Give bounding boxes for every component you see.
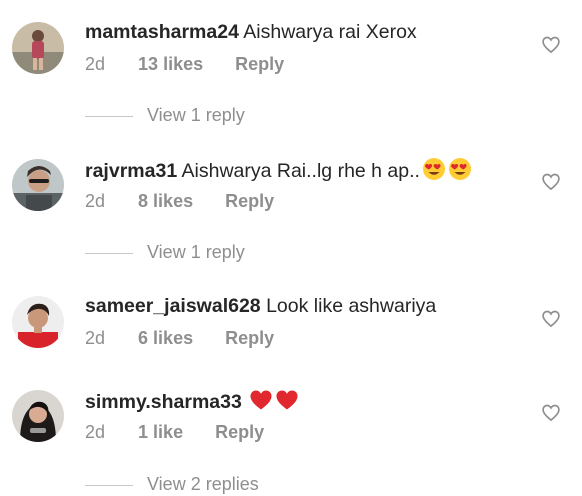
heart-outline-icon[interactable] [541,172,561,192]
comment-age: 2d [85,54,106,74]
avatar[interactable] [12,159,64,211]
comment-likes[interactable]: 1 like [138,421,183,443]
comment-username[interactable]: mamtasharma24 [85,21,239,43]
heart-eyes-emoji [448,158,471,180]
divider-line [85,252,133,254]
comment-likes[interactable]: 6 likes [138,327,193,349]
reply-button[interactable]: Reply [215,421,264,443]
divider-line [85,484,133,486]
avatar[interactable] [12,296,64,348]
comment-text: Aishwarya rai Xerox [243,21,417,43]
view-replies-button[interactable]: View 1 reply [85,241,245,263]
view-replies-label: View 1 reply [147,242,245,262]
view-replies-label: View 1 reply [147,105,245,125]
reply-button[interactable]: Reply [225,190,274,212]
heart-outline-icon[interactable] [541,309,561,329]
comment-meta: 2d 1 like Reply [85,421,264,443]
view-replies-label: View 2 replies [147,474,259,494]
comment-meta: 2d 13 likes Reply [85,53,284,75]
comment-username[interactable]: simmy.sharma33 [85,391,242,413]
reply-button[interactable]: Reply [225,327,274,349]
comment-likes[interactable]: 13 likes [138,53,203,75]
red-heart-emoji [276,390,298,410]
comment-age: 2d [85,191,106,211]
comment-username[interactable]: rajvrma31 [85,160,177,182]
comment-username[interactable]: sameer_jaiswal628 [85,295,261,317]
avatar[interactable] [12,390,64,442]
comment-age: 2d [85,422,106,442]
view-replies-button[interactable]: View 2 replies [85,473,259,495]
comment-body: simmy.sharma33 [85,388,299,414]
avatar[interactable] [12,22,64,74]
comment-text: Look like ashwariya [266,295,437,317]
comment-meta: 2d 8 likes Reply [85,190,274,212]
reply-button[interactable]: Reply [235,53,284,75]
comment-age: 2d [85,328,106,348]
comment-body: sameer_jaiswal628 Look like ashwariya [85,294,436,318]
heart-eyes-emoji [422,158,445,180]
heart-outline-icon[interactable] [541,403,561,423]
comment-meta: 2d 6 likes Reply [85,327,274,349]
comment-text: Aishwarya Rai..lg rhe h ap.. [181,160,420,182]
red-heart-emoji [250,390,272,410]
heart-outline-icon[interactable] [541,35,561,55]
view-replies-button[interactable]: View 1 reply [85,104,245,126]
comment-body: rajvrma31 Aishwarya Rai..lg rhe h ap.. [85,157,472,183]
comment-likes[interactable]: 8 likes [138,190,193,212]
comment-body: mamtasharma24 Aishwarya rai Xerox [85,20,417,44]
divider-line [85,115,133,117]
